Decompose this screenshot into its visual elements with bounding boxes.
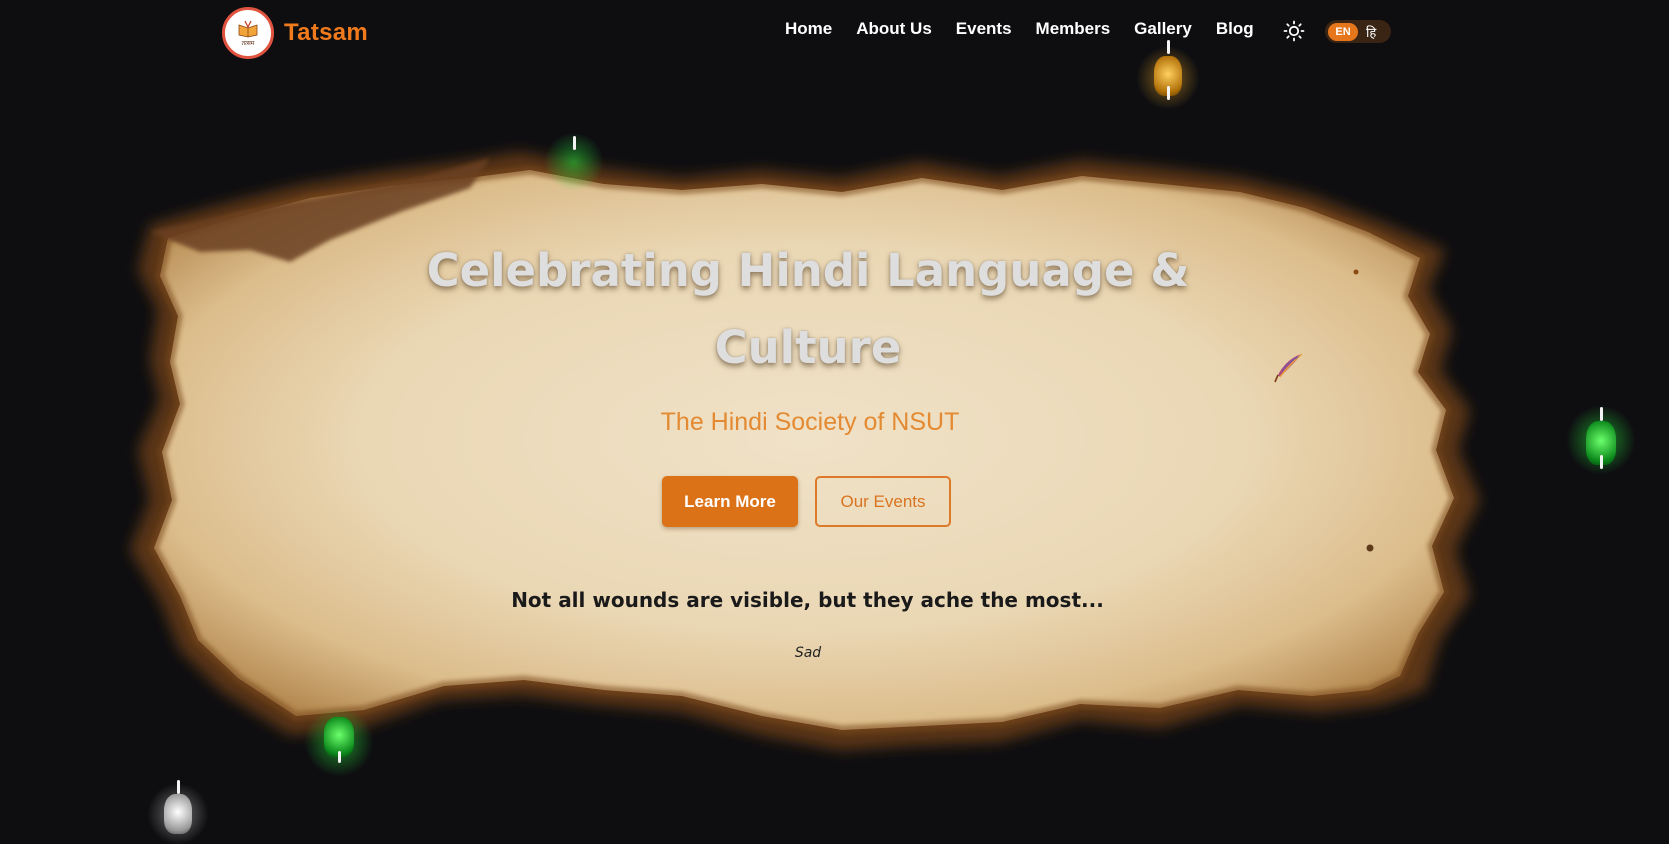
hero-title-line1: Celebrating Hindi Language & <box>426 244 1190 297</box>
hero-title-line2: Culture <box>714 321 902 374</box>
learn-more-button[interactable]: Learn More <box>662 476 798 527</box>
hero-subtitle: The Hindi Society of NSUT <box>660 408 960 436</box>
quote-text: Not all wounds are visible, but they ach… <box>511 588 1104 612</box>
quote-mood-tag: Sad <box>794 645 822 661</box>
our-events-button[interactable]: Our Events <box>815 476 951 527</box>
hero-title: Celebrating Hindi Language & Culture <box>420 232 1196 386</box>
feather-quill-icon <box>1274 353 1303 383</box>
hero-section: Celebrating Hindi Language & Culture The… <box>0 0 1669 826</box>
